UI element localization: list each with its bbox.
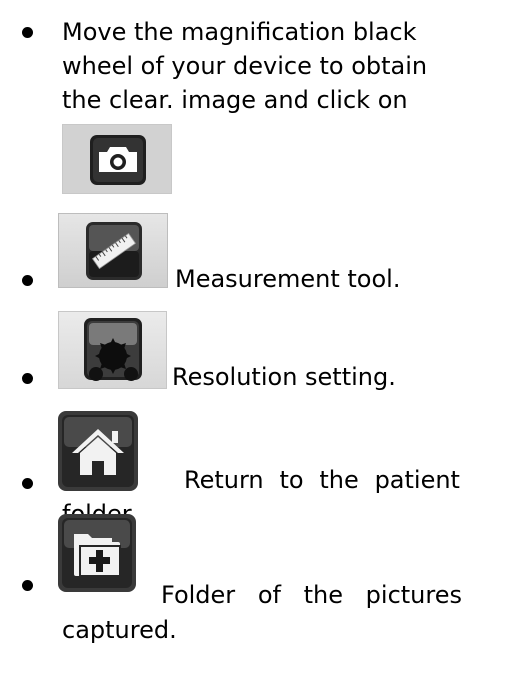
home-button[interactable] (58, 411, 138, 491)
return-word-3: the (319, 466, 359, 494)
measurement-tool-button[interactable] (58, 213, 168, 288)
gear-icon (84, 318, 142, 381)
bullet-3 (22, 373, 33, 384)
folder-word-1: Folder (161, 581, 236, 609)
camera-icon (90, 135, 146, 185)
bullet-2 (22, 275, 33, 286)
folder-word-4: pictures (365, 581, 462, 609)
bullet-4 (22, 478, 33, 489)
folder-line-2: captured. (62, 616, 177, 644)
measurement-tool-label: Measurement tool. (175, 265, 401, 293)
camera-button[interactable] (62, 124, 172, 194)
folder-word-3: the (303, 581, 344, 609)
instruction-line-1: Move the magnification black (62, 18, 417, 46)
folder-add-icon (58, 514, 136, 592)
home-icon (58, 411, 138, 491)
bullet-5 (22, 580, 33, 591)
return-word-2: to (279, 466, 304, 494)
return-word-1: Return (184, 466, 264, 494)
folder-line: Folder of the pictures (161, 579, 462, 612)
pictures-folder-button[interactable] (58, 514, 136, 592)
ruler-icon (86, 222, 142, 280)
return-line: Return to the patient (184, 464, 460, 497)
folder-word-2: of (257, 581, 281, 609)
instruction-line-3: the clear. image and click on (62, 86, 408, 114)
resolution-setting-label: Resolution setting. (172, 363, 396, 391)
instruction-line-2: wheel of your device to obtain (62, 52, 428, 80)
return-word-4: patient (374, 466, 460, 494)
resolution-setting-button[interactable] (58, 311, 167, 389)
bullet-1 (22, 27, 33, 38)
